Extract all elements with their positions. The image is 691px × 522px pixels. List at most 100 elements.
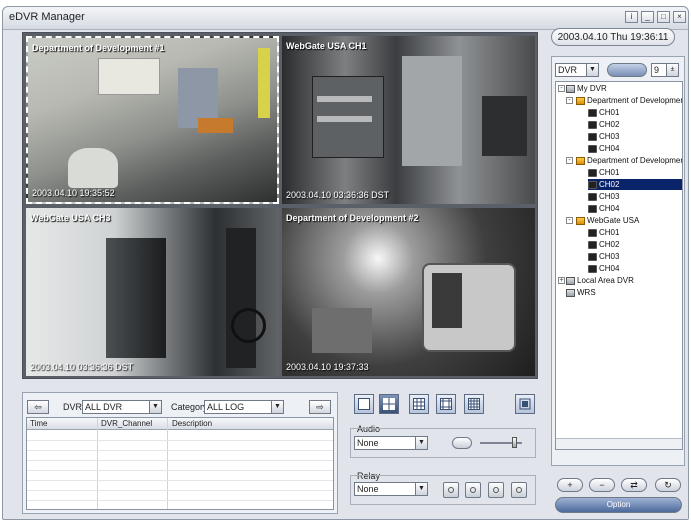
dvr-tree: - My DVR - Department of Development CH0… <box>555 81 683 450</box>
layout-9-button[interactable] <box>409 394 429 414</box>
camera-icon <box>588 144 597 153</box>
minimize-icon[interactable]: _ <box>641 11 654 23</box>
collapse-icon[interactable]: - <box>558 85 565 92</box>
event-log-panel: ⇦ DVR ALL DVR ▼ Category ALL LOG ▼ ⇨ Tim… <box>22 392 338 514</box>
stepper-icon: ± <box>666 64 678 76</box>
dvr-tree-panel: DVR ▼ 9 ± - My DVR - Department of Devel… <box>551 56 685 466</box>
camera-timestamp: 2003.04.10 03:36:36 DST <box>30 362 134 372</box>
tree-item-local-area-dvr[interactable]: Local Area DVR <box>566 275 634 286</box>
tree-item-channel[interactable]: CH04 <box>588 203 619 214</box>
camera-icon <box>588 264 597 273</box>
relay-value: None <box>357 484 379 494</box>
camera-icon <box>588 108 597 117</box>
camera-label: WebGate USA CH1 <box>286 41 367 51</box>
chevron-down-icon: ▼ <box>586 64 598 76</box>
relay-4-button[interactable] <box>511 482 527 498</box>
column-header-dvr-channel: DVR_Channel <box>101 419 153 428</box>
tree-item-channel[interactable]: CH04 <box>588 143 619 154</box>
category-filter-select[interactable]: ALL LOG ▼ <box>204 400 284 414</box>
split-stepper[interactable]: 9 ± <box>651 63 679 77</box>
network-icon <box>566 276 575 285</box>
tree-item-channel[interactable]: CH03 <box>588 251 619 262</box>
tree-item-dvr[interactable]: Department of Development <box>576 155 682 166</box>
add-button[interactable]: + <box>557 478 583 492</box>
dvr-icon <box>576 96 585 105</box>
tree-item-channel[interactable]: CH01 <box>588 167 619 178</box>
relay-1-button[interactable] <box>443 482 459 498</box>
camera-label: Department of Development #1 <box>32 43 165 53</box>
chevron-down-icon: ▼ <box>149 401 161 413</box>
log-forward-icon[interactable]: ⇨ <box>309 400 331 414</box>
camera-icon <box>588 180 597 189</box>
expand-icon[interactable]: + <box>558 277 565 284</box>
camera-icon <box>588 168 597 177</box>
relay-select[interactable]: None ▼ <box>354 482 428 496</box>
connect-link-button[interactable]: ⇄ <box>621 478 647 492</box>
maximize-icon[interactable]: □ <box>657 11 670 23</box>
tree-item-channel[interactable]: CH02 <box>588 239 619 250</box>
camera-view-1[interactable]: Department of Development #1 2003.04.10 … <box>26 36 279 204</box>
camera-view-4[interactable]: Department of Development #2 2003.04.10 … <box>282 208 535 376</box>
tree-item-dvr[interactable]: Department of Development <box>576 95 682 106</box>
column-header-time: Time <box>30 419 48 428</box>
table-row <box>27 490 333 501</box>
help-icon[interactable]: i <box>625 11 638 23</box>
close-icon[interactable]: × <box>673 11 686 23</box>
tree-item-channel-selected[interactable]: CH02 <box>588 179 682 190</box>
layout-16-button[interactable] <box>464 394 484 414</box>
video-grid: Department of Development #1 2003.04.10 … <box>22 32 538 379</box>
dvr-type-select[interactable]: DVR ▼ <box>555 63 599 77</box>
camera-icon <box>588 120 597 129</box>
tree-horizontal-scrollbar[interactable] <box>556 438 682 449</box>
camera-timestamp: 2003.04.10 19:35:52 <box>32 188 115 198</box>
refresh-button[interactable]: ↻ <box>655 478 681 492</box>
tree-item-channel[interactable]: CH01 <box>588 227 619 238</box>
collapse-icon[interactable]: - <box>566 157 573 164</box>
camera-icon <box>588 228 597 237</box>
tree-item-channel[interactable]: CH02 <box>588 119 619 130</box>
option-button[interactable]: Option <box>555 497 682 513</box>
log-back-icon[interactable]: ⇦ <box>27 400 49 414</box>
tree-item-channel[interactable]: CH01 <box>588 107 619 118</box>
title-bar: eDVR Manager i _ □ × <box>3 7 688 30</box>
relay-3-button[interactable] <box>488 482 504 498</box>
log-table: Time DVR_Channel Description <box>26 417 334 510</box>
split-value: 9 <box>654 65 660 75</box>
camera-icon <box>588 240 597 249</box>
speaker-icon[interactable] <box>452 437 472 449</box>
collapse-icon[interactable]: - <box>566 217 573 224</box>
layout-1-button[interactable] <box>354 394 374 414</box>
tree-item-dvr[interactable]: WebGate USA <box>576 215 639 226</box>
camera-icon <box>588 204 597 213</box>
wrs-icon <box>566 288 575 297</box>
dvr-filter-select[interactable]: ALL DVR ▼ <box>82 400 162 414</box>
remove-button[interactable]: − <box>589 478 615 492</box>
chevron-down-icon: ▼ <box>415 437 427 449</box>
datetime-display: 2003.04.10 Thu 19:36:11 <box>551 28 675 46</box>
camera-timestamp: 2003.04.10 03:36:36 DST <box>286 190 390 200</box>
fullscreen-button[interactable] <box>515 394 535 414</box>
option-label: Option <box>606 500 631 509</box>
layout-4-button[interactable] <box>379 394 399 414</box>
window-title: eDVR Manager <box>9 11 85 23</box>
tree-item-wrs[interactable]: WRS <box>566 287 596 298</box>
tree-item-channel[interactable]: CH03 <box>588 131 619 142</box>
camera-view-3[interactable]: WebGate USA CH3 2003.04.10 03:36:36 DST <box>26 208 279 376</box>
relay-2-button[interactable] <box>465 482 481 498</box>
camera-label: WebGate USA CH3 <box>30 213 111 223</box>
tree-item-my-dvr[interactable]: My DVR <box>566 83 607 94</box>
camera-icon <box>588 192 597 201</box>
connect-button[interactable] <box>607 63 647 77</box>
collapse-icon[interactable]: - <box>566 97 573 104</box>
dvr-icon <box>576 156 585 165</box>
category-filter-label: Category <box>171 402 208 412</box>
camera-timestamp: 2003.04.10 19:37:33 <box>286 362 369 372</box>
layout-13-button[interactable] <box>436 394 456 414</box>
volume-slider-thumb[interactable] <box>512 437 517 448</box>
tree-item-channel[interactable]: CH04 <box>588 263 619 274</box>
tree-item-channel[interactable]: CH03 <box>588 191 619 202</box>
column-header-description: Description <box>172 419 213 428</box>
camera-view-2[interactable]: WebGate USA CH1 2003.04.10 03:36:36 DST <box>282 36 535 204</box>
dvr-filter-label: DVR <box>63 402 83 412</box>
audio-select[interactable]: None ▼ <box>354 436 428 450</box>
